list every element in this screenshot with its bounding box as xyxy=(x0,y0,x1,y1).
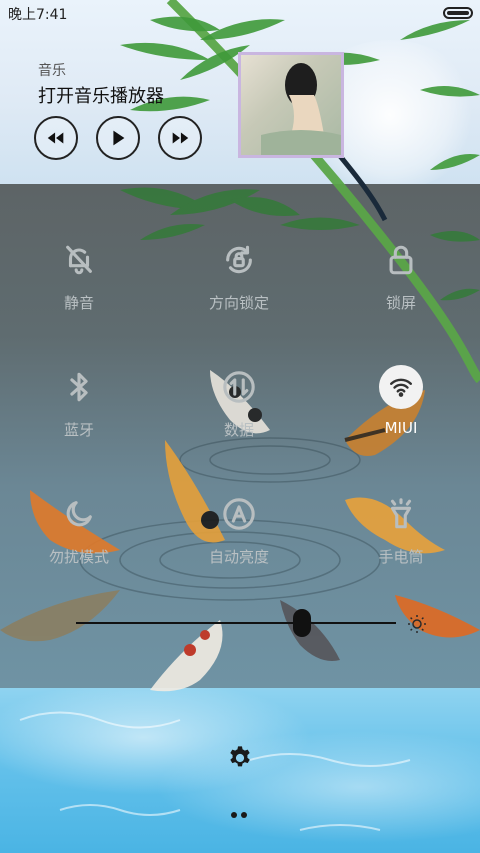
play-icon xyxy=(113,130,125,146)
toggle-label: 静音 xyxy=(63,294,94,312)
bell-off-icon xyxy=(57,238,101,282)
toggle-label: 自动亮度 xyxy=(208,548,269,566)
toggle-wifi[interactable]: MIUI xyxy=(346,365,456,455)
gear-icon xyxy=(230,746,250,767)
open-music-player-link[interactable]: 打开音乐播放器 xyxy=(38,82,164,108)
toggle-label: 方向锁定 xyxy=(208,294,269,312)
previous-track-button[interactable] xyxy=(34,116,78,160)
brightness-slider-track[interactable] xyxy=(76,622,396,624)
toggle-label: 勿扰模式 xyxy=(48,548,109,566)
bluetooth-icon xyxy=(57,365,101,409)
toggle-do-not-disturb[interactable]: 勿扰模式 xyxy=(24,492,134,582)
toggle-auto-brightness[interactable]: 自动亮度 xyxy=(184,492,294,582)
brightness-slider-thumb[interactable] xyxy=(293,609,312,637)
moon-icon xyxy=(57,492,101,536)
toggle-label: 锁屏 xyxy=(385,294,416,312)
data-arrows-icon xyxy=(217,365,261,409)
battery-icon xyxy=(443,7,473,19)
wifi-icon xyxy=(379,365,423,409)
page-dot xyxy=(241,812,247,818)
settings-button[interactable] xyxy=(224,742,256,774)
page-dot xyxy=(231,812,237,818)
music-section-label: 音乐 xyxy=(38,63,66,79)
toggle-flashlight[interactable]: 手电筒 xyxy=(346,492,456,582)
rewind-icon xyxy=(47,132,64,144)
fast-forward-icon xyxy=(172,132,189,144)
toggle-mute[interactable]: 静音 xyxy=(24,238,134,328)
rotation-lock-icon xyxy=(217,238,261,282)
toggle-bluetooth[interactable]: 蓝牙 xyxy=(24,365,134,455)
toggle-data[interactable]: 数据 xyxy=(184,365,294,455)
status-time: 晚上7:41 xyxy=(8,7,68,23)
toggle-label: 手电筒 xyxy=(378,548,424,566)
toggle-lock-screen[interactable]: 锁屏 xyxy=(346,238,456,328)
toggle-label: MIUI xyxy=(384,419,418,437)
auto-brightness-icon xyxy=(217,492,261,536)
page-indicator xyxy=(231,812,251,820)
play-button[interactable] xyxy=(96,116,140,160)
toggle-label: 数据 xyxy=(223,421,254,439)
album-art[interactable] xyxy=(238,52,344,158)
album-art-figure xyxy=(261,63,341,155)
lock-icon xyxy=(379,238,423,282)
brightness-sun-icon xyxy=(407,614,427,634)
toggle-label: 蓝牙 xyxy=(63,421,94,439)
flashlight-icon xyxy=(379,492,423,536)
next-track-button[interactable] xyxy=(158,116,202,160)
toggle-rotation-lock[interactable]: 方向锁定 xyxy=(184,238,294,328)
